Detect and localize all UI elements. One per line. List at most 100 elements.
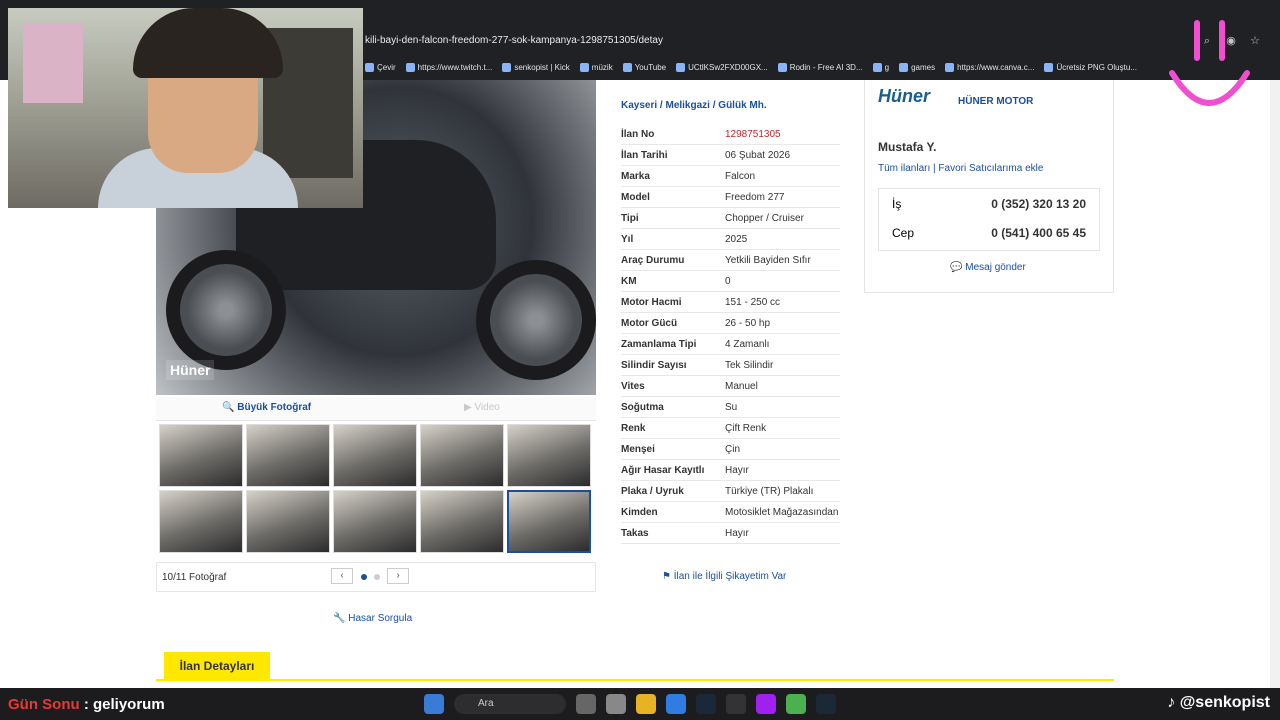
spec-value: Su	[725, 401, 738, 413]
bookmark-item[interactable]: Ücretsiz PNG Oluştu...	[1044, 59, 1137, 75]
thumbnail[interactable]	[420, 424, 504, 487]
bookmark-label: https://www.canva.c...	[957, 62, 1035, 72]
address-bar[interactable]: kili-bayi-den-falcon-freedom-277-sok-kam…	[330, 31, 1270, 53]
spec-value: Hayır	[725, 464, 749, 476]
breadcrumb-city[interactable]: Kayseri	[621, 100, 657, 111]
store-name[interactable]: HÜNER MOTOR	[958, 96, 1033, 107]
spec-row: Yıl 2025	[621, 229, 840, 250]
taskbar-search[interactable]: Ara	[454, 694, 566, 714]
store-icon[interactable]	[666, 694, 686, 714]
thumbnail[interactable]	[159, 424, 243, 487]
spec-value: 0	[725, 275, 731, 287]
app-icon[interactable]	[756, 694, 776, 714]
steam-icon[interactable]	[696, 694, 716, 714]
phone-number[interactable]: 0 (541) 400 65 45	[991, 226, 1086, 240]
thumbnail[interactable]	[159, 490, 243, 553]
thumbnail[interactable]	[246, 424, 330, 487]
spec-value: Türkiye (TR) Plakalı	[725, 485, 814, 497]
tiktok-handle: ♪ @senkopist	[1167, 694, 1270, 711]
prev-icon[interactable]: ‹	[331, 568, 353, 584]
spec-row: Kimden Motosiklet Mağazasından	[621, 502, 840, 523]
seller-card: Hüner HÜNER MOTOR Mustafa Y. Tüm ilanlar…	[864, 80, 1114, 293]
windows-start-icon[interactable]	[424, 694, 444, 714]
bookmark-item[interactable]: Rodin - Free AI 3D...	[777, 59, 863, 75]
thumbnail[interactable]	[333, 490, 417, 553]
task-view-icon[interactable]	[576, 694, 596, 714]
bookmark-icon	[365, 62, 374, 72]
all-ads-link[interactable]: Tüm ilanları	[878, 163, 930, 174]
bookmark-item[interactable]: müzik	[579, 59, 613, 75]
epic-games-icon[interactable]	[726, 694, 746, 714]
bookmark-item[interactable]: https://www.canva.c...	[945, 59, 1034, 75]
spec-row: Menşei Çin	[621, 439, 840, 460]
bookmark-label: Çevir	[377, 62, 396, 72]
bookmark-item[interactable]: YouTube	[622, 59, 666, 75]
big-photo-button[interactable]: 🔍 Büyük Fotoğraf	[222, 402, 311, 413]
spec-table: İlan No 1298751305 İlan Tarihi 06 Şubat 202…	[621, 124, 840, 544]
bookmark-item[interactable]: games	[899, 59, 935, 75]
thumbnail[interactable]	[507, 424, 591, 487]
bookmark-item[interactable]: Çevir	[365, 59, 396, 75]
spec-key: Motor Gücü	[621, 317, 678, 329]
chrome-icon[interactable]	[786, 694, 806, 714]
chat-text: : geliyorum	[83, 696, 165, 713]
damage-query-link[interactable]: 🔧 Hasar Sorgula	[333, 613, 412, 624]
spec-row: Vites Manuel	[621, 376, 840, 397]
spec-value: 06 Şubat 2026	[725, 149, 791, 161]
thumbnail-selected[interactable]	[507, 490, 591, 553]
next-icon[interactable]: ›	[387, 568, 409, 584]
spec-key: Silindir Sayısı	[621, 359, 687, 371]
spec-row: Araç Durumu Yetkili Bayiden Sıfır	[621, 250, 840, 271]
spec-key: Plaka / Uyruk	[621, 485, 684, 497]
spec-key: Model	[621, 191, 650, 203]
phone-number[interactable]: 0 (352) 320 13 20	[991, 197, 1086, 211]
file-explorer-icon[interactable]	[636, 694, 656, 714]
spec-value: Yetkili Bayiden Sıfır	[725, 254, 811, 266]
breadcrumb-district[interactable]: Melikgazi	[665, 100, 709, 111]
store-logo[interactable]: Hüner	[878, 86, 930, 107]
spec-key: Marka	[621, 170, 650, 182]
page-scrollbar[interactable]	[1270, 80, 1280, 688]
spec-key: İlan No	[621, 128, 655, 140]
spec-row: Silindir Sayısı Tek Silindir	[621, 355, 840, 376]
thumbnail[interactable]	[333, 424, 417, 487]
bookmark-icon	[1044, 62, 1054, 72]
thumbnail[interactable]	[246, 490, 330, 553]
url-text[interactable]: kili-bayi-den-falcon-freedom-277-sok-kam…	[365, 35, 663, 46]
bookmark-item[interactable]: senkopist | Kick	[502, 59, 570, 75]
bookmark-label: müzik	[591, 62, 613, 72]
bookmark-label: Ücretsiz PNG Oluştu...	[1056, 62, 1137, 72]
breadcrumb-neighborhood[interactable]: Gülük Mh.	[718, 100, 766, 111]
spec-key: Araç Durumu	[621, 254, 685, 266]
video-button[interactable]: ▶ Video	[464, 402, 500, 413]
phone-label: İş	[892, 196, 902, 211]
spec-key: İlan Tarihi	[621, 149, 668, 161]
spec-key: Zamanlama Tipi	[621, 338, 697, 350]
bookmark-label: games	[911, 62, 936, 72]
app-icon[interactable]	[606, 694, 626, 714]
spec-key: Menşei	[621, 443, 655, 455]
bookmark-item[interactable]: g	[872, 59, 889, 75]
tab-listing-details[interactable]: İlan Detayları	[164, 652, 270, 680]
send-message-button[interactable]: 💬 Mesaj gönder	[950, 262, 1026, 273]
bookmark-label: senkopist | Kick	[514, 62, 570, 72]
video-label: Video	[474, 402, 500, 413]
bookmark-icon	[579, 62, 589, 72]
thumbnail[interactable]	[420, 490, 504, 553]
spec-value: Çin	[725, 443, 741, 455]
spec-row: Model Freedom 277	[621, 187, 840, 208]
complain-link[interactable]: ⚑ İlan ile İlgili Şikayetim Var	[662, 571, 786, 582]
wheel-shape	[476, 260, 596, 380]
pager-dot[interactable]	[374, 574, 380, 580]
steam-icon[interactable]	[816, 694, 836, 714]
spec-key: Soğutma	[621, 401, 664, 413]
spec-key: Yıl	[621, 233, 634, 245]
pager-dot[interactable]	[361, 574, 367, 580]
spec-value: Chopper / Cruiser	[725, 212, 804, 224]
spec-row: Motor Gücü 26 - 50 hp	[621, 313, 840, 334]
spec-key: Motor Hacmi	[621, 296, 682, 308]
bookmark-item[interactable]: UCtlKSw2FXD00GX...	[676, 59, 768, 75]
bookmark-item[interactable]: https://www.twitch.t...	[405, 59, 492, 75]
spec-value: Freedom 277	[725, 191, 785, 203]
favorite-seller-link[interactable]: Favori Satıcılarıma ekle	[938, 163, 1043, 174]
